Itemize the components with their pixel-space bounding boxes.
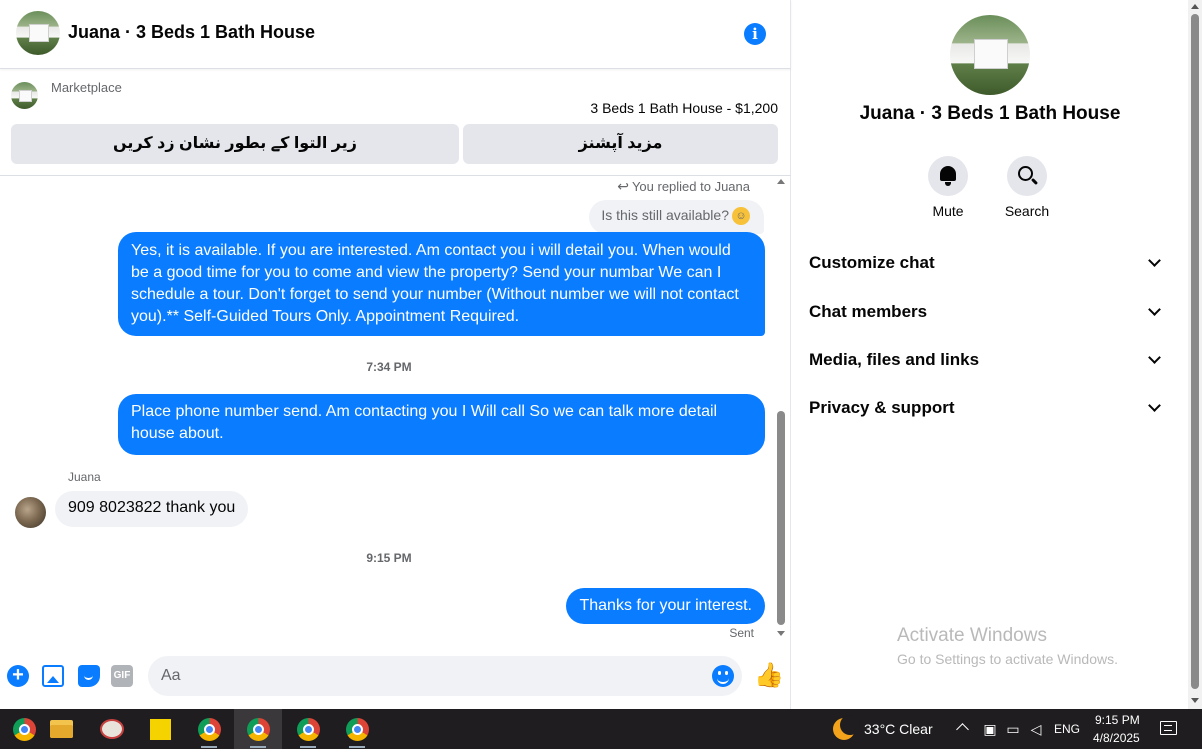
- language-indicator[interactable]: ENG: [1054, 722, 1080, 736]
- paint-icon: [100, 719, 124, 739]
- quoted-message[interactable]: Is this still available? ☺: [589, 200, 764, 234]
- scroll-up-arrow-icon[interactable]: [777, 179, 785, 184]
- chrome-icon: [346, 718, 369, 741]
- mute-button[interactable]: Mute: [913, 156, 983, 219]
- folder-icon: [50, 720, 73, 738]
- photo-icon[interactable]: [42, 665, 64, 687]
- sticky-notes-icon: [150, 719, 171, 740]
- scroll-up-arrow-icon[interactable]: [1191, 4, 1199, 9]
- composer: + GIF 👍: [0, 650, 791, 706]
- marketplace-listing-banner: Marketplace 3 Beds 1 Bath House - $1,200…: [0, 70, 791, 176]
- mark-as-pending-button[interactable]: زیر التوا کے بطور نشان زد کریں: [11, 124, 459, 164]
- page-scroll-thumb[interactable]: [1191, 14, 1199, 689]
- outgoing-message[interactable]: Place phone number send. Am contacting y…: [118, 394, 765, 455]
- timestamp: 7:34 PM: [366, 360, 412, 374]
- section-label: Media, files and links: [809, 350, 980, 369]
- search-circle[interactable]: [1007, 156, 1047, 196]
- more-options-button[interactable]: مزید آپشنز: [463, 124, 778, 164]
- reply-indicator: ↩ You replied to Juana: [617, 178, 750, 195]
- section-chat-members[interactable]: Chat members: [809, 297, 1171, 327]
- thumbs-up-icon[interactable]: 👍: [754, 663, 784, 689]
- chrome-icon: [13, 718, 36, 741]
- profile-name[interactable]: Juana · 3 Beds 1 Bath House: [792, 103, 1188, 125]
- profile-avatar[interactable]: [950, 15, 1030, 95]
- section-privacy-support[interactable]: Privacy & support: [809, 393, 1171, 423]
- section-label: Customize chat: [809, 253, 935, 272]
- incoming-message[interactable]: 909 8023822 thank you: [55, 491, 249, 527]
- volume-icon[interactable]: ◁: [1028, 721, 1044, 737]
- emoji-icon[interactable]: [712, 665, 734, 687]
- taskbar-sticky-notes[interactable]: [136, 709, 184, 749]
- taskbar-paint[interactable]: [87, 709, 135, 749]
- bell-icon: [940, 166, 956, 186]
- network-icon[interactable]: ▭: [1005, 721, 1021, 737]
- gif-icon[interactable]: GIF: [111, 665, 133, 687]
- listing-price[interactable]: 3 Beds 1 Bath House - $1,200: [590, 100, 778, 116]
- chevron-down-icon: [1148, 303, 1161, 316]
- activate-windows-subtext: Go to Settings to activate Windows.: [897, 651, 1118, 667]
- section-customize-chat[interactable]: Customize chat: [809, 248, 1171, 278]
- search-button[interactable]: Search: [992, 156, 1062, 219]
- section-media-files-links[interactable]: Media, files and links: [809, 345, 1171, 375]
- contact-avatar[interactable]: [15, 497, 46, 528]
- taskbar-chrome-profile-5[interactable]: [333, 709, 381, 749]
- moon-weather-icon[interactable]: [833, 715, 860, 740]
- scroll-down-arrow-icon[interactable]: [777, 631, 785, 636]
- chat-header: Juana · 3 Beds 1 Bath House i: [0, 0, 791, 69]
- reply-arrow-icon: ↩: [617, 178, 629, 194]
- taskbar-chrome-profile-4[interactable]: [284, 709, 332, 749]
- page-scrollbar[interactable]: [1188, 0, 1202, 709]
- message-scrollbar[interactable]: [777, 177, 787, 645]
- taskbar-file-explorer[interactable]: [37, 709, 85, 749]
- section-label: Chat members: [809, 302, 928, 321]
- messenger-window: Juana · 3 Beds 1 Bath House i Marketplac…: [0, 0, 1202, 749]
- section-label: Privacy & support: [809, 398, 955, 417]
- sender-name: Juana: [68, 470, 101, 484]
- smile-emoji-icon: ☺: [732, 207, 750, 225]
- chrome-icon: [198, 718, 221, 741]
- marketplace-label: Marketplace: [51, 80, 122, 95]
- tray-chevron-up-icon[interactable]: [956, 723, 969, 736]
- mute-label: Mute: [932, 203, 964, 219]
- clock-time[interactable]: 9:15 PM: [1095, 713, 1140, 727]
- sent-status: Sent: [729, 626, 754, 640]
- chevron-down-icon: [1148, 254, 1161, 267]
- scroll-thumb[interactable]: [777, 411, 785, 625]
- chevron-down-icon: [1148, 399, 1161, 412]
- chevron-down-icon: [1148, 351, 1161, 364]
- weather-text[interactable]: 33°C Clear: [864, 721, 933, 737]
- conversation-info-pane: Juana · 3 Beds 1 Bath House Mute Search …: [792, 0, 1188, 709]
- outgoing-message[interactable]: Thanks for your interest.: [566, 588, 765, 624]
- clock-date[interactable]: 4/8/2025: [1093, 731, 1140, 745]
- timestamp: 9:15 PM: [366, 551, 412, 565]
- scroll-down-arrow-icon[interactable]: [1191, 698, 1199, 703]
- chat-title[interactable]: Juana · 3 Beds 1 Bath House: [68, 22, 315, 43]
- activate-windows-watermark: Activate Windows: [897, 625, 1047, 646]
- sticker-icon[interactable]: [78, 665, 100, 687]
- message-input[interactable]: [148, 656, 742, 696]
- chrome-icon: [297, 718, 320, 741]
- outgoing-message[interactable]: Yes, it is available. If you are interes…: [118, 232, 765, 336]
- chrome-icon: [247, 718, 270, 741]
- message-list: ↩ You replied to Juana Is this still avai…: [0, 177, 778, 645]
- marketplace-thumbnail[interactable]: [11, 82, 38, 109]
- chat-pane: Juana · 3 Beds 1 Bath House i Marketplac…: [0, 0, 791, 709]
- search-label: Search: [1004, 203, 1050, 219]
- search-icon: [1018, 166, 1033, 181]
- listing-avatar[interactable]: [16, 11, 60, 55]
- meet-icon[interactable]: ▣: [982, 721, 998, 737]
- mute-circle[interactable]: [928, 156, 968, 196]
- quoted-message-text: Is this still available?: [601, 207, 729, 223]
- taskbar-chrome-profile-3[interactable]: [234, 709, 282, 749]
- reply-indicator-text: You replied to Juana: [631, 179, 750, 194]
- taskbar-chrome-profile-2[interactable]: [185, 709, 233, 749]
- info-icon[interactable]: i: [744, 23, 766, 45]
- plus-icon[interactable]: +: [7, 665, 29, 687]
- notification-icon[interactable]: [1160, 721, 1177, 735]
- windows-taskbar: 33°C Clear ▣ ▭ ◁ ENG 9:15 PM 4/8/2025: [0, 709, 1202, 749]
